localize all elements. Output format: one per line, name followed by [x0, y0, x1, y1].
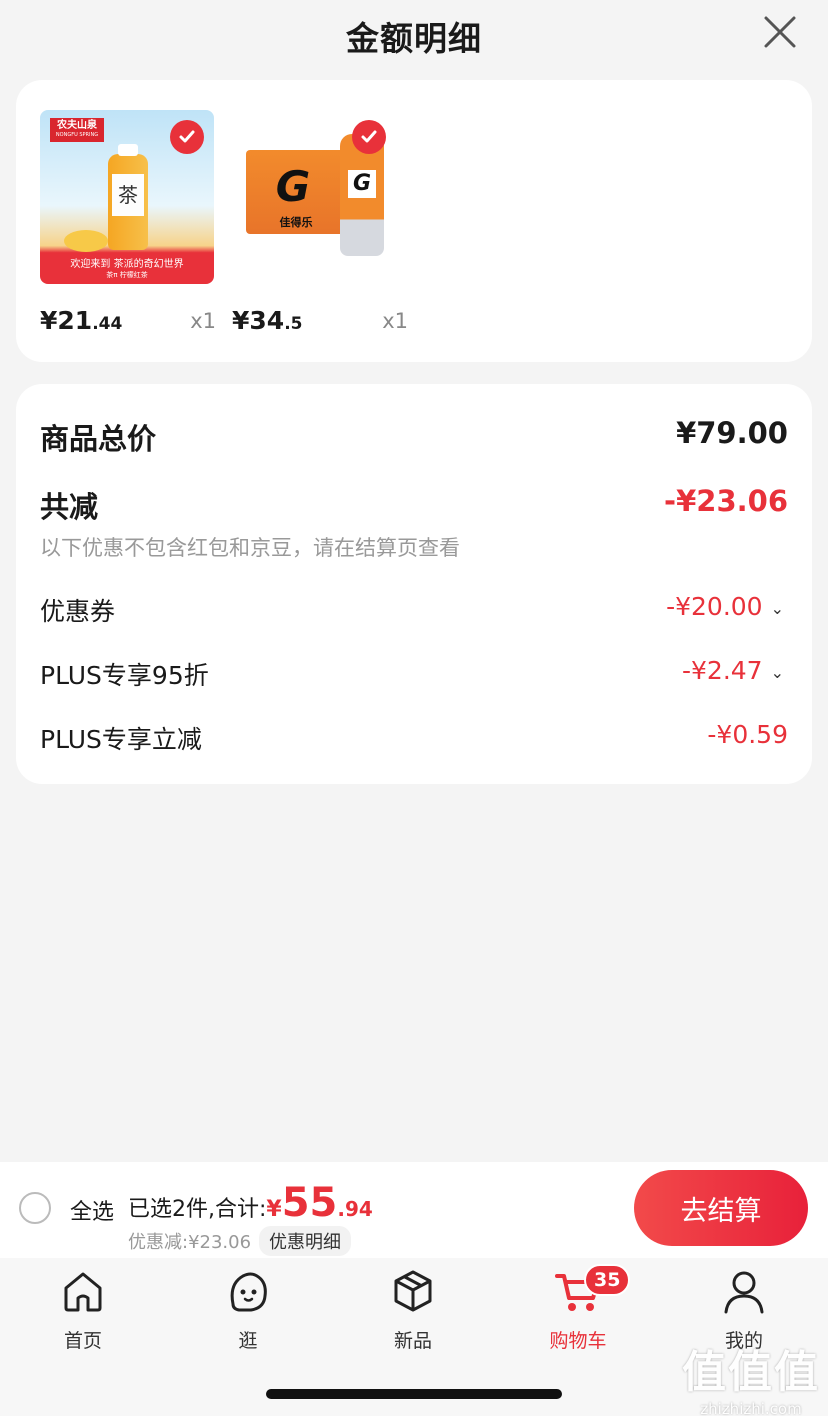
product-qty: x1 — [382, 309, 408, 333]
discount-detail-button[interactable]: 优惠明细 — [259, 1226, 352, 1256]
chevron-down-icon[interactable]: ⌄ — [771, 663, 784, 682]
total-price-value: ¥79.00 — [676, 416, 788, 450]
home-icon — [64, 1272, 102, 1312]
select-all-radio[interactable] — [19, 1192, 51, 1224]
checkout-bar: 全选 已选2件,合计:¥55.94 优惠减:¥23.06 优惠明细 去结算 — [0, 1162, 828, 1258]
checkout-button[interactable]: 去结算 — [634, 1170, 808, 1246]
select-all-label[interactable]: 全选 — [70, 1194, 114, 1226]
discount-text: 优惠减:¥23.06 — [128, 1232, 252, 1253]
product-subcaption: 茶π 柠檬红茶 — [106, 271, 148, 279]
total-reduction-row: 共减 -¥23.06 — [40, 484, 788, 528]
price-detail-card: 商品总价 ¥79.00 共减 -¥23.06 以下优惠不包含红包和京豆，请在结算… — [16, 384, 812, 784]
plus-reduce-label: PLUS专享立减 — [40, 725, 202, 754]
plus-discount-row[interactable]: PLUS专享95折 -¥2.47 ⌄ — [40, 656, 788, 700]
discount-note: 以下优惠不包含红包和京豆，请在结算页查看 — [40, 536, 460, 560]
bottle-logo: G — [348, 170, 376, 198]
selected-count-text: 已选2件,合计: — [128, 1197, 267, 1222]
total-amount-decimal: .94 — [337, 1197, 373, 1221]
tab-new[interactable]: 新品 — [363, 1266, 463, 1353]
total-price-label: 商品总价 — [40, 422, 157, 456]
plus-discount-value: -¥2.47 — [682, 656, 763, 685]
product-price-row: ¥34.5 x1 — [232, 300, 408, 340]
coupon-label: 优惠券 — [40, 597, 116, 626]
coupon-value-wrap: -¥20.00 ⌄ — [666, 592, 784, 621]
lemon-illustration — [64, 230, 108, 252]
product-item[interactable]: G 佳得乐 G ¥34.5 x1 — [232, 110, 408, 335]
plus-reduce-row: PLUS专享立减 -¥0.59 — [40, 720, 788, 764]
chevron-down-icon[interactable]: ⌄ — [771, 599, 784, 618]
total-reduction-label: 共减 — [40, 490, 99, 524]
total-amount-integer: 55 — [281, 1180, 338, 1226]
product-price-row: ¥21.44 x1 — [40, 300, 216, 340]
page-title: 金额明细 — [346, 19, 482, 58]
bottle-label: 茶 — [112, 174, 144, 216]
tab-label: 首页 — [63, 1330, 102, 1352]
selection-summary: 已选2件,合计:¥55.94 — [128, 1180, 373, 1226]
plus-discount-value-wrap: -¥2.47 ⌄ — [682, 656, 784, 685]
product-price: ¥34.5 — [232, 306, 303, 335]
box-brand-text: 佳得乐 — [279, 216, 313, 229]
watermark-url: zhizhizhi.com — [700, 1400, 802, 1416]
product-item[interactable]: 农夫山泉 NONGFU SPRING 茶 欢迎来到 茶派的奇幻世界 茶π 柠檬红… — [40, 110, 216, 335]
product-image-gatorade[interactable]: G 佳得乐 G — [232, 110, 406, 284]
total-price-row: 商品总价 ¥79.00 — [40, 416, 788, 460]
cart-count-badge: 35 — [584, 1264, 631, 1296]
gatorade-logo: G — [275, 162, 311, 211]
watermark: 值值值 zhizhizhi.com — [682, 1336, 820, 1416]
home-indicator — [266, 1389, 562, 1399]
tab-cart[interactable]: 35 购物车 — [528, 1264, 631, 1353]
coupon-row[interactable]: 优惠券 -¥20.00 ⌄ — [40, 592, 788, 636]
brand-logo: 农夫山泉 NONGFU SPRING — [50, 118, 104, 142]
discount-summary: 优惠减:¥23.06 优惠明细 — [128, 1226, 352, 1256]
face-icon — [230, 1272, 267, 1312]
tab-browse[interactable]: 逛 — [198, 1266, 298, 1353]
product-price: ¥21.44 — [40, 306, 123, 335]
checked-icon[interactable] — [352, 120, 386, 154]
close-icon[interactable] — [762, 14, 798, 50]
plus-reduce-value: -¥0.59 — [707, 720, 788, 749]
tab-label: 新品 — [393, 1330, 432, 1352]
user-icon — [724, 1271, 764, 1314]
product-caption: 欢迎来到 茶派的奇幻世界 — [70, 259, 184, 270]
product-qty: x1 — [190, 309, 216, 333]
checked-icon[interactable] — [170, 120, 204, 154]
tab-label: 购物车 — [549, 1330, 607, 1352]
plus-discount-label: PLUS专享95折 — [40, 661, 209, 690]
tab-home[interactable]: 首页 — [33, 1266, 133, 1353]
total-currency: ¥ — [266, 1197, 282, 1222]
watermark-logo: 值值值 — [682, 1347, 820, 1398]
tab-label: 逛 — [238, 1330, 258, 1352]
bottle-cap — [118, 144, 138, 156]
total-reduction-value: -¥23.06 — [664, 484, 788, 518]
products-card: 农夫山泉 NONGFU SPRING 茶 欢迎来到 茶派的奇幻世界 茶π 柠檬红… — [16, 80, 812, 362]
product-image-tea[interactable]: 农夫山泉 NONGFU SPRING 茶 欢迎来到 茶派的奇幻世界 茶π 柠檬红… — [40, 110, 214, 284]
header: 金额明细 — [0, 0, 828, 66]
coupon-value: -¥20.00 — [666, 592, 763, 621]
cube-icon — [394, 1270, 432, 1312]
